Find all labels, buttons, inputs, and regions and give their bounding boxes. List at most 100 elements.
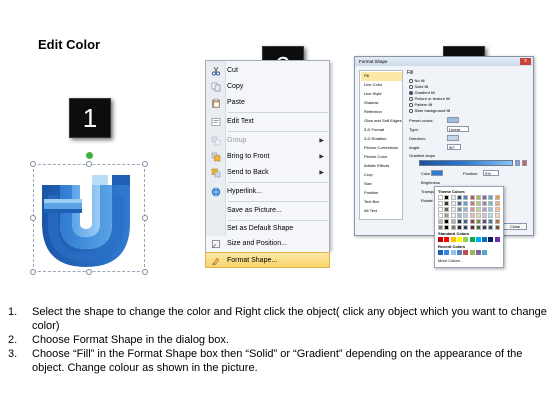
category-line-style[interactable]: Line Style xyxy=(361,90,402,99)
theme-color-swatch[interactable] xyxy=(444,201,450,206)
theme-color-swatch[interactable] xyxy=(494,225,500,230)
menu-item-size-position[interactable]: Size and Position... xyxy=(205,236,330,252)
theme-color-swatch[interactable] xyxy=(456,225,462,230)
menu-item-copy[interactable]: Copy xyxy=(206,79,330,95)
theme-color-swatch[interactable] xyxy=(450,207,456,212)
theme-color-swatch[interactable] xyxy=(482,225,488,230)
u-shape-graphic[interactable] xyxy=(34,165,146,273)
category-picture-color[interactable]: Picture Color xyxy=(361,153,402,162)
theme-color-swatch[interactable] xyxy=(456,201,462,206)
theme-color-swatch[interactable] xyxy=(475,195,481,200)
radio-no-fill[interactable]: No fill xyxy=(409,78,425,83)
theme-color-swatch[interactable] xyxy=(475,207,481,212)
standard-color-swatch[interactable] xyxy=(469,237,475,242)
menu-item-set-default-shape[interactable]: Set as Default Shape xyxy=(206,221,330,237)
standard-color-swatch[interactable] xyxy=(450,237,456,242)
menu-item-paste[interactable]: Paste xyxy=(206,95,330,111)
standard-color-swatch[interactable] xyxy=(494,237,500,242)
recent-color-swatch[interactable] xyxy=(463,250,469,255)
theme-color-swatch[interactable] xyxy=(494,195,500,200)
theme-color-swatch[interactable] xyxy=(438,219,443,224)
menu-item-save-as-picture[interactable]: Save as Picture... xyxy=(206,203,330,219)
theme-color-swatch[interactable] xyxy=(444,213,450,218)
radio-button[interactable] xyxy=(409,103,413,107)
selected-shape-frame[interactable] xyxy=(30,152,148,275)
theme-color-swatch[interactable] xyxy=(444,219,450,224)
category-text-box[interactable]: Text Box xyxy=(361,198,402,207)
theme-color-swatch[interactable] xyxy=(482,207,488,212)
standard-color-swatch[interactable] xyxy=(488,237,494,242)
position-input[interactable]: 0% xyxy=(483,170,499,176)
theme-color-swatch[interactable] xyxy=(482,213,488,218)
standard-color-swatch[interactable] xyxy=(444,237,450,242)
category-glow[interactable]: Glow and Soft Edges xyxy=(361,117,402,126)
theme-color-swatch[interactable] xyxy=(456,219,462,224)
recent-color-swatch[interactable] xyxy=(444,250,450,255)
type-select[interactable]: Linear xyxy=(447,126,469,132)
theme-color-swatch[interactable] xyxy=(482,195,488,200)
add-stop-icon[interactable] xyxy=(515,160,520,166)
theme-color-swatch[interactable] xyxy=(438,207,443,212)
theme-color-swatch[interactable] xyxy=(438,213,443,218)
theme-color-swatch[interactable] xyxy=(488,201,494,206)
menu-item-send-to-back[interactable]: Send to Back ▶ xyxy=(206,165,330,181)
standard-color-swatch[interactable] xyxy=(482,237,488,242)
category-3d-format[interactable]: 3-D Format xyxy=(361,126,402,135)
category-size[interactable]: Size xyxy=(361,180,402,189)
standard-color-swatch[interactable] xyxy=(456,237,462,242)
theme-color-swatch[interactable] xyxy=(444,195,450,200)
theme-color-swatch[interactable] xyxy=(488,207,494,212)
theme-color-swatch[interactable] xyxy=(456,207,462,212)
theme-color-swatch[interactable] xyxy=(469,195,475,200)
theme-color-swatch[interactable] xyxy=(475,219,481,224)
radio-pattern-fill[interactable]: Pattern fill xyxy=(409,102,432,107)
recent-color-swatch[interactable] xyxy=(450,250,456,255)
category-artistic-effects[interactable]: Artistic Effects xyxy=(361,162,402,171)
theme-color-swatch[interactable] xyxy=(488,213,494,218)
category-reflection[interactable]: Reflection xyxy=(361,108,402,117)
recent-color-swatch[interactable] xyxy=(482,250,488,255)
standard-color-swatch[interactable] xyxy=(438,237,443,242)
menu-item-bring-to-front[interactable]: Bring to Front ▶ xyxy=(206,149,330,165)
radio-button[interactable] xyxy=(409,109,413,113)
theme-color-swatch[interactable] xyxy=(488,195,494,200)
standard-color-swatch[interactable] xyxy=(463,237,469,242)
category-fill[interactable]: Fill xyxy=(361,72,402,81)
theme-color-swatch[interactable] xyxy=(482,219,488,224)
gradient-stops-bar[interactable] xyxy=(419,160,513,166)
radio-button[interactable] xyxy=(409,91,413,95)
radio-gradient-fill[interactable]: Gradient fill xyxy=(409,90,435,95)
theme-color-swatch[interactable] xyxy=(494,213,500,218)
theme-color-swatch[interactable] xyxy=(438,225,443,230)
category-line-color[interactable]: Line Color xyxy=(361,81,402,90)
theme-color-swatch[interactable] xyxy=(475,213,481,218)
theme-color-swatch[interactable] xyxy=(469,219,475,224)
theme-color-swatch[interactable] xyxy=(482,201,488,206)
menu-item-hyperlink[interactable]: Hyperlink... xyxy=(206,184,330,200)
recent-color-swatch[interactable] xyxy=(456,250,462,255)
theme-color-swatch[interactable] xyxy=(494,219,500,224)
theme-color-swatch[interactable] xyxy=(463,201,469,206)
theme-color-swatch[interactable] xyxy=(463,225,469,230)
theme-color-swatch[interactable] xyxy=(450,225,456,230)
category-shadow[interactable]: Shadow xyxy=(361,99,402,108)
theme-color-swatch[interactable] xyxy=(444,225,450,230)
color-picker-button[interactable] xyxy=(431,170,443,176)
theme-color-swatch[interactable] xyxy=(463,207,469,212)
theme-color-swatch[interactable] xyxy=(494,201,500,206)
standard-color-swatch[interactable] xyxy=(475,237,481,242)
remove-stop-icon[interactable] xyxy=(522,160,527,166)
theme-color-swatch[interactable] xyxy=(450,201,456,206)
preset-colors-dropdown[interactable] xyxy=(447,117,459,123)
radio-button[interactable] xyxy=(409,79,413,83)
close-icon[interactable]: x xyxy=(520,58,531,65)
theme-color-swatch[interactable] xyxy=(456,195,462,200)
theme-color-swatch[interactable] xyxy=(463,219,469,224)
category-position[interactable]: Position xyxy=(361,189,402,198)
theme-color-swatch[interactable] xyxy=(475,225,481,230)
theme-color-swatch[interactable] xyxy=(488,225,494,230)
rotation-handle[interactable] xyxy=(86,152,93,159)
theme-color-swatch[interactable] xyxy=(438,201,443,206)
theme-color-swatch[interactable] xyxy=(469,213,475,218)
radio-solid-fill[interactable]: Solid fill xyxy=(409,84,428,89)
